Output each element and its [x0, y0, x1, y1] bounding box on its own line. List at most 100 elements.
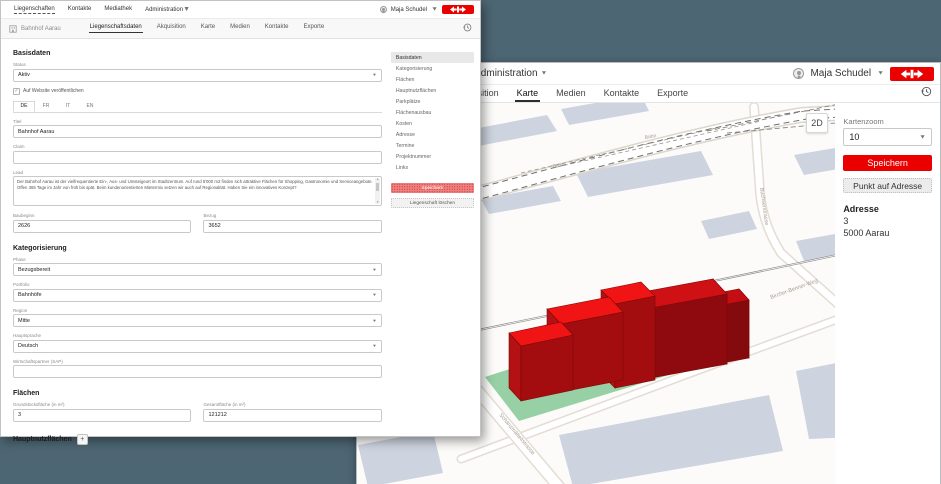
user-avatar-icon	[793, 68, 804, 79]
nav-item-administration[interactable]: Administration▼	[474, 68, 547, 79]
history-icon[interactable]	[921, 86, 932, 102]
user-avatar-icon	[380, 6, 387, 13]
nav-item-mediathek[interactable]: Mediathek	[104, 6, 132, 14]
sbb-logo-button[interactable]	[890, 67, 934, 81]
lang-tab-en[interactable]: EN	[79, 101, 101, 112]
scrollbar[interactable]: ▲▼	[375, 178, 380, 204]
grundstuecksflaeche-input[interactable]: 3	[13, 409, 191, 422]
adresse-city: 5000 Aarau	[843, 228, 932, 238]
anchor-flaechen[interactable]: Flächen	[391, 74, 474, 85]
lang-tab-fr[interactable]: FR	[35, 101, 57, 112]
anchor-kosten[interactable]: Kosten	[391, 118, 474, 129]
section-flaechen: Flächen	[13, 390, 382, 397]
property-form: Basisdaten Status Aktiv ▼ ✓ Auf Website …	[13, 47, 382, 445]
tab-exporte[interactable]: Exporte	[302, 24, 325, 33]
map-2d-toggle-button[interactable]: 2D	[806, 113, 828, 133]
tab-akquisition[interactable]: Akquisition	[156, 24, 187, 33]
kartenzoom-select[interactable]: 10 ▼	[843, 128, 932, 146]
status-label: Status	[13, 62, 382, 67]
status-select[interactable]: Aktiv ▼	[13, 69, 382, 82]
adresse-street: 3	[843, 216, 932, 226]
tab-karte[interactable]: Karte	[200, 24, 216, 33]
portfolio-label: Portfolio	[13, 282, 382, 287]
nav-item-administration[interactable]: Administration▼	[145, 6, 190, 14]
anchor-links[interactable]: Links	[391, 162, 474, 173]
user-name[interactable]: Maja Schudel	[810, 68, 871, 79]
gesamtflaeche-input[interactable]: 121212	[203, 409, 381, 422]
anchor-sidebar: Basisdaten Kategorisierung Flächen Haupt…	[391, 47, 474, 445]
tab-karte[interactable]: Karte	[515, 88, 541, 102]
kartenzoom-label: Kartenzoom	[843, 117, 932, 126]
lang-tab-it[interactable]: IT	[57, 101, 79, 112]
anchor-kategorisierung[interactable]: Kategorisierung	[391, 63, 474, 74]
phase-select[interactable]: Bezugsbereit▼	[13, 263, 382, 276]
form-app-window: Liegenschaften Kontakte Mediathek Admini…	[0, 0, 481, 437]
gesamtflaeche-label: Gesamtfläche (in m²)	[203, 402, 381, 407]
section-kategorisierung: Kategorisierung	[13, 245, 382, 252]
chevron-down-icon: ▼	[372, 344, 377, 349]
titel-label: Titel	[13, 119, 382, 124]
chevron-down-icon: ▼	[372, 293, 377, 298]
anchor-termine[interactable]: Termine	[391, 140, 474, 151]
entity-name: Bahnhof Aarau	[21, 26, 61, 32]
adresse-label: Adresse	[843, 204, 932, 214]
section-hauptnutzflaechen: Hauptnutzflächen	[13, 436, 72, 443]
portfolio-select[interactable]: Bahnhöfe▼	[13, 289, 382, 302]
bezug-input[interactable]: 3652	[203, 220, 381, 233]
speichern-button[interactable]: Speichern	[391, 183, 474, 193]
website-checkbox-label: Auf Website veröffentlichen	[23, 88, 84, 94]
hauptsprache-label: Hauptsprache	[13, 333, 382, 338]
sbb-logo-button[interactable]	[442, 5, 474, 14]
lang-tab-de[interactable]: DE	[13, 101, 35, 112]
tab-liegenschaftsdaten[interactable]: Liegenschaftsdaten	[89, 24, 143, 33]
chevron-down-icon: ▼	[919, 134, 926, 140]
language-tabs: DE FR IT EN	[13, 101, 382, 113]
building-icon	[9, 25, 17, 33]
anchor-adresse[interactable]: Adresse	[391, 129, 474, 140]
anchor-hauptnutzflaechen[interactable]: Hauptnutzflächen	[391, 85, 474, 96]
region-select[interactable]: Mitte▼	[13, 314, 382, 327]
tab-medien[interactable]: Medien	[229, 24, 251, 33]
user-name[interactable]: Maja Schudel	[391, 7, 427, 13]
wirtschaftspartner-input[interactable]	[13, 365, 382, 378]
lead-label: Lead	[13, 170, 382, 175]
liegenschaft-loeschen-button[interactable]: Liegenschaft löschen	[391, 198, 474, 208]
nav-item-kontakte[interactable]: Kontakte	[68, 6, 92, 14]
map-side-panel: Kartenzoom 10 ▼ Speichern Punkt auf Adre…	[835, 103, 940, 484]
baubeginn-label: Baubeginn	[13, 213, 191, 218]
tab-kontakte[interactable]: Kontakte	[264, 24, 290, 33]
nav-item-liegenschaften[interactable]: Liegenschaften	[14, 6, 55, 14]
tab-kontakte[interactable]: Kontakte	[602, 88, 642, 102]
wirtschaftspartner-label: Wirtschaftspartner (SAP)	[13, 359, 382, 364]
titel-input[interactable]: Bahnhof Aarau	[13, 125, 382, 138]
anchor-projektnummer[interactable]: Projektnummer	[391, 151, 474, 162]
claim-label: Claim	[13, 144, 382, 149]
punkt-auf-adresse-button[interactable]: Punkt auf Adresse	[843, 178, 932, 193]
anchor-basisdaten[interactable]: Basisdaten	[391, 52, 474, 63]
bezug-label: Bezug	[203, 213, 381, 218]
lead-textarea[interactable]: Der Bahnhof Aarau ist der vielfrequentie…	[13, 176, 382, 206]
chevron-down-icon: ▼	[183, 6, 190, 13]
chevron-down-icon: ▼	[372, 318, 377, 323]
entity-context-bar: Bahnhof Aarau Liegenschaftsdaten Akquisi…	[1, 19, 480, 39]
add-hauptnutzflaeche-button[interactable]: +	[77, 434, 88, 445]
tab-medien[interactable]: Medien	[554, 88, 588, 102]
tab-exporte[interactable]: Exporte	[655, 88, 690, 102]
sbb-logo-icon	[898, 69, 926, 79]
section-basisdaten: Basisdaten	[13, 50, 382, 57]
anchor-flaechenausbau[interactable]: Flächenausbau	[391, 107, 474, 118]
hauptsprache-select[interactable]: Deutsch▼	[13, 340, 382, 353]
chevron-down-icon: ▼	[372, 73, 377, 78]
chevron-down-icon: ▼	[541, 71, 548, 77]
website-checkbox[interactable]: ✓	[13, 88, 20, 95]
chevron-down-icon: ▼	[372, 267, 377, 272]
speichern-button[interactable]: Speichern	[843, 155, 932, 171]
chevron-down-icon[interactable]: ▼	[877, 71, 884, 77]
phase-label: Phase	[13, 257, 382, 262]
baubeginn-input[interactable]: 2626	[13, 220, 191, 233]
claim-input[interactable]	[13, 151, 382, 164]
chevron-down-icon[interactable]: ▼	[431, 7, 438, 13]
anchor-parkplaetze[interactable]: Parkplätze	[391, 96, 474, 107]
form-app-navbar: Liegenschaften Kontakte Mediathek Admini…	[1, 1, 480, 19]
history-icon[interactable]	[463, 23, 472, 34]
